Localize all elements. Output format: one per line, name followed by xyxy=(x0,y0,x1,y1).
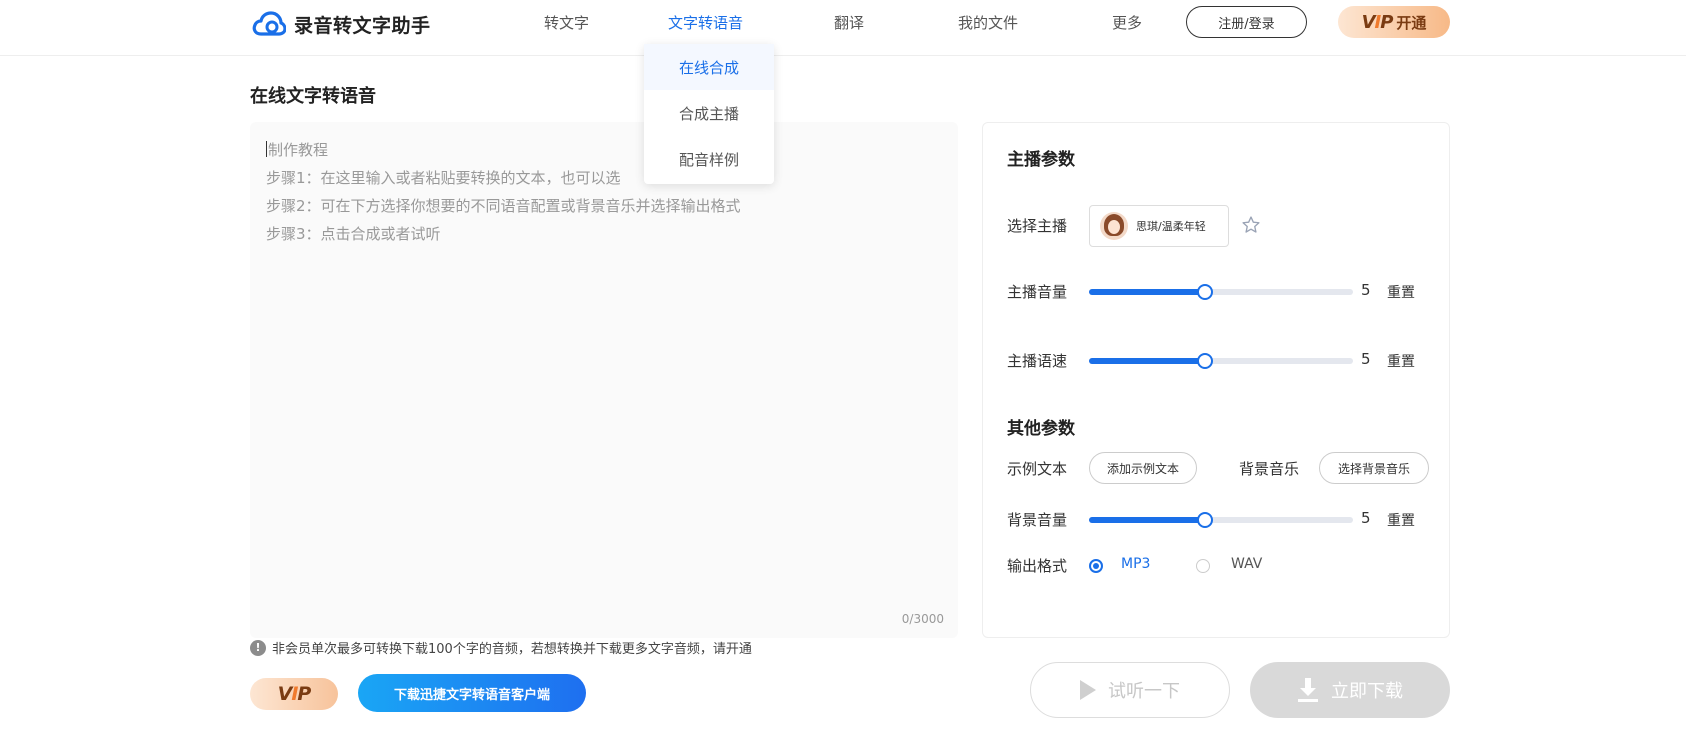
speed-slider[interactable] xyxy=(1089,353,1353,369)
nav-speech-to-text[interactable]: 转文字 xyxy=(544,12,589,33)
format-wav-radio[interactable] xyxy=(1196,559,1210,573)
nav-text-to-speech[interactable]: 文字转语音 xyxy=(668,12,743,33)
info-icon: ! xyxy=(250,639,266,656)
slider-fill xyxy=(1089,517,1206,523)
top-header: 录音转文字助手 转文字 文字转语音 翻译 我的文件 更多 注册/登录 VIP 开… xyxy=(0,0,1686,56)
settings-panel: 主播参数 选择主播 思琪/温柔年轻 主播音量 5 重置 主播语速 5 重置 其他… xyxy=(982,122,1450,638)
editor-placeholder-line: 制作教程 xyxy=(266,141,329,159)
nav-my-files[interactable]: 我的文件 xyxy=(958,12,1018,33)
slider-handle[interactable] xyxy=(1197,512,1214,528)
anchor-name: 思琪/温柔年轻 xyxy=(1136,220,1206,233)
notice-text: 非会员单次最多可转换下载100个字的音频，若想转换并下载更多文字音频，请开通 xyxy=(272,642,752,657)
choose-bg-music-button[interactable]: 选择背景音乐 xyxy=(1319,452,1429,484)
nav-translate[interactable]: 翻译 xyxy=(834,12,864,33)
bg-volume-label: 背景音量 xyxy=(1007,511,1068,529)
preview-label: 试听一下 xyxy=(1108,681,1180,702)
preview-button[interactable]: 试听一下 xyxy=(1030,662,1230,718)
output-format-label: 输出格式 xyxy=(1007,557,1068,575)
dropdown-dubbing-samples[interactable]: 配音样例 xyxy=(644,136,774,182)
bg-volume-reset-button[interactable]: 重置 xyxy=(1387,510,1415,530)
member-notice: ! 非会员单次最多可转换下载100个字的音频，若想转换并下载更多文字音频，请开通 xyxy=(250,638,752,657)
bg-volume-value: 5 xyxy=(1361,509,1371,527)
logo[interactable]: 录音转文字助手 xyxy=(252,8,431,40)
volume-slider[interactable] xyxy=(1089,284,1353,300)
other-params-title: 其他参数 xyxy=(1007,419,1075,439)
format-wav-label[interactable]: WAV xyxy=(1231,556,1262,572)
anchor-params-title: 主播参数 xyxy=(1007,150,1075,170)
speed-reset-button[interactable]: 重置 xyxy=(1387,351,1415,371)
volume-label: 主播音量 xyxy=(1007,283,1068,301)
nav-more[interactable]: 更多 xyxy=(1112,12,1142,33)
slider-handle[interactable] xyxy=(1197,284,1214,300)
format-mp3-radio[interactable] xyxy=(1089,559,1103,573)
vip-open-label: 开通 xyxy=(1396,13,1427,32)
editor-placeholder-line: 步骤3：点击合成或者试听 xyxy=(266,225,441,243)
add-sample-text-button[interactable]: 添加示例文本 xyxy=(1089,452,1197,484)
editor-placeholder-line: 步骤2：可在下方选择你想要的不同语音配置或背景音乐并选择输出格式 xyxy=(266,197,741,215)
slider-fill xyxy=(1089,358,1206,364)
vip-open-button[interactable]: VIP 开通 xyxy=(1338,6,1450,38)
text-cursor xyxy=(266,141,267,157)
editor-placeholder-line: 步骤1：在这里输入或者粘贴要转换的文本，也可以选 xyxy=(266,169,621,187)
slider-handle[interactable] xyxy=(1197,353,1214,369)
page-title: 在线文字转语音 xyxy=(250,86,376,107)
vip-pill-button[interactable]: VIP xyxy=(250,678,338,710)
volume-reset-button[interactable]: 重置 xyxy=(1387,282,1415,302)
select-anchor-label: 选择主播 xyxy=(1007,217,1068,235)
register-login-button[interactable]: 注册/登录 xyxy=(1186,6,1307,38)
app-name: 录音转文字助手 xyxy=(294,14,431,37)
download-now-button[interactable]: 立即下载 xyxy=(1250,662,1450,718)
avatar xyxy=(1100,212,1128,240)
download-label: 立即下载 xyxy=(1331,681,1403,702)
bg-volume-slider[interactable] xyxy=(1089,512,1353,528)
speed-value: 5 xyxy=(1361,350,1371,368)
dropdown-online-synthesis[interactable]: 在线合成 xyxy=(644,44,774,90)
dropdown-synthesis-anchor[interactable]: 合成主播 xyxy=(644,90,774,136)
char-counter: 0/3000 xyxy=(901,612,944,626)
vip-logo: VIP xyxy=(1361,11,1394,33)
cloud-icon xyxy=(252,11,286,36)
vip-logo: VIP xyxy=(277,683,312,705)
play-icon xyxy=(1080,680,1096,700)
download-icon xyxy=(1298,678,1318,702)
bg-music-label: 背景音乐 xyxy=(1239,460,1300,478)
text-to-speech-dropdown: 在线合成 合成主播 配音样例 xyxy=(644,44,774,184)
slider-fill xyxy=(1089,289,1206,295)
speed-label: 主播语速 xyxy=(1007,352,1068,370)
download-client-button[interactable]: 下载迅捷文字转语音客户端 xyxy=(358,674,586,712)
sample-text-label: 示例文本 xyxy=(1007,460,1068,478)
format-mp3-label[interactable]: MP3 xyxy=(1121,556,1150,572)
text-input-area[interactable]: 制作教程 步骤1：在这里输入或者粘贴要转换的文本，也可以选 步骤2：可在下方选择… xyxy=(250,122,958,638)
volume-value: 5 xyxy=(1361,281,1371,299)
anchor-select-button[interactable]: 思琪/温柔年轻 xyxy=(1089,205,1229,247)
star-icon[interactable] xyxy=(1241,215,1261,235)
